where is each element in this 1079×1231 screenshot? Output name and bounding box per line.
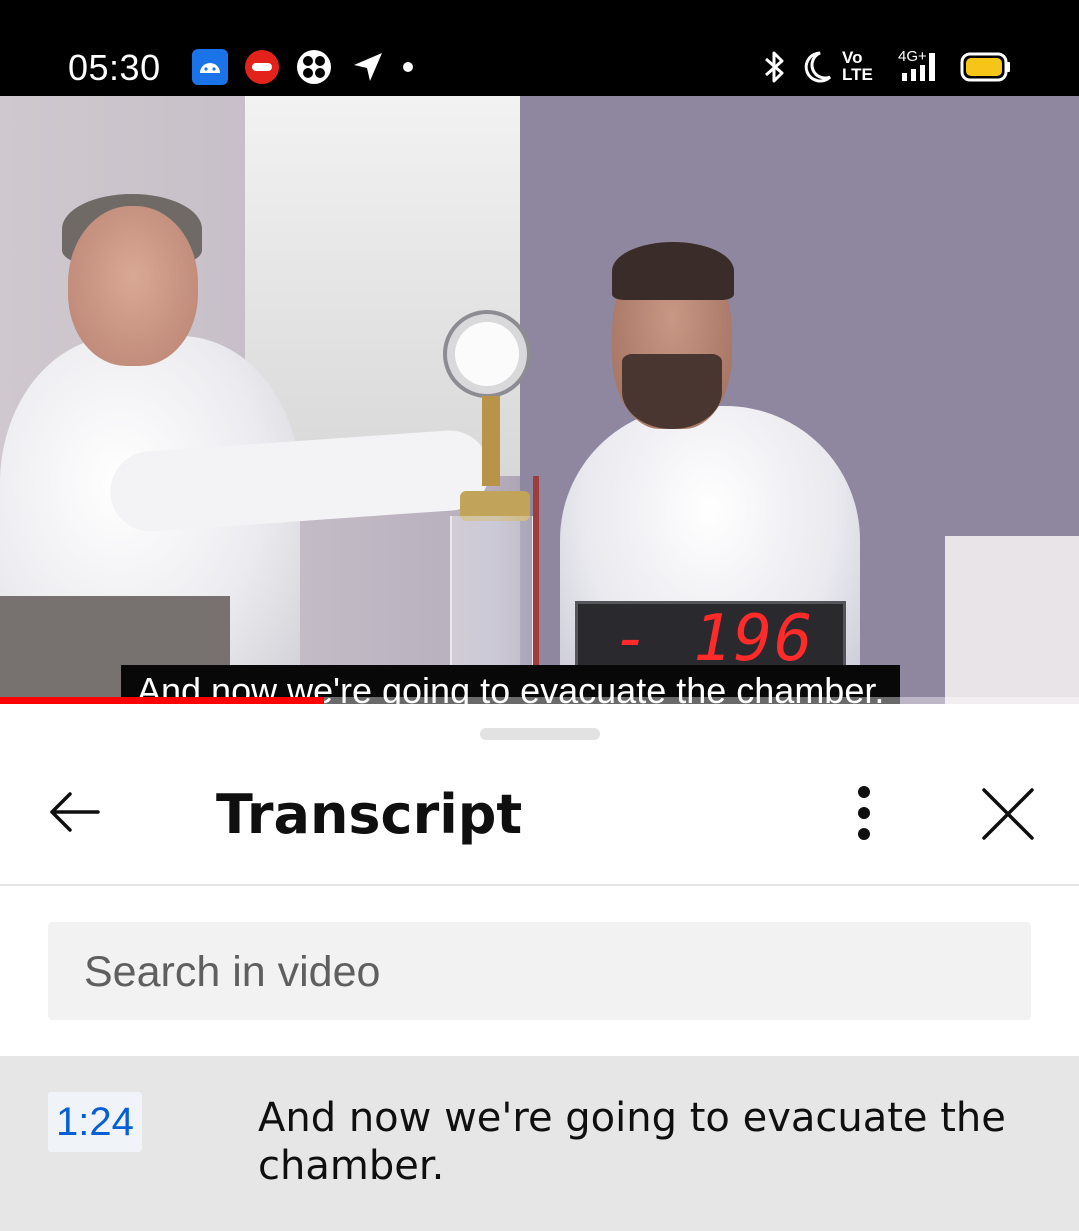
volte-label-bottom: LTE xyxy=(842,65,873,84)
segment-timestamp[interactable]: 1:24 xyxy=(48,1092,142,1152)
transcript-segment[interactable]: 1:24 And now we're going to evacuate the… xyxy=(0,1056,1079,1231)
moon-icon xyxy=(804,51,832,83)
transcript-panel: Transcript Search in video 1:24 And now … xyxy=(0,704,1079,1231)
video-progress-bar[interactable] xyxy=(0,697,1079,704)
volte-icon: Vo LTE xyxy=(842,49,878,85)
volte-label-top: Vo xyxy=(842,48,863,67)
status-time: 05:30 xyxy=(68,47,161,88)
android-app-icon xyxy=(192,49,228,85)
display-reading: - 196 xyxy=(612,602,815,676)
pressure-gauge-face xyxy=(455,322,519,386)
search-placeholder: Search in video xyxy=(84,948,381,996)
close-icon[interactable] xyxy=(976,782,1040,846)
gauge-stem xyxy=(482,396,500,486)
presenter-right-beard xyxy=(622,354,722,429)
search-input[interactable]: Search in video xyxy=(48,922,1031,1020)
more-vert-icon[interactable] xyxy=(840,782,888,844)
arrow-left-icon[interactable] xyxy=(44,782,104,842)
battery-icon xyxy=(960,52,1010,82)
dot-icon xyxy=(403,62,413,72)
video-progress-fill xyxy=(0,697,324,704)
signal-4g-icon: 4G+ xyxy=(886,49,944,85)
segment-text: And now we're going to evacuate the cham… xyxy=(258,1095,1006,1189)
jio-icon xyxy=(245,50,279,84)
location-arrow-icon xyxy=(354,53,382,81)
status-bar: 05:30 Vo LTE 4G+ xyxy=(0,0,1079,96)
presenter-right-hair xyxy=(612,242,734,300)
video-shelf xyxy=(945,536,1079,704)
bluetooth-icon xyxy=(765,51,784,83)
divider xyxy=(0,884,1079,886)
video-player[interactable]: - 196 And now we're going to evacuate th… xyxy=(0,96,1079,704)
panel-title: Transcript xyxy=(216,783,523,846)
fan-icon xyxy=(297,50,331,84)
drag-handle[interactable] xyxy=(480,728,600,740)
presenter-left-head xyxy=(68,206,198,366)
